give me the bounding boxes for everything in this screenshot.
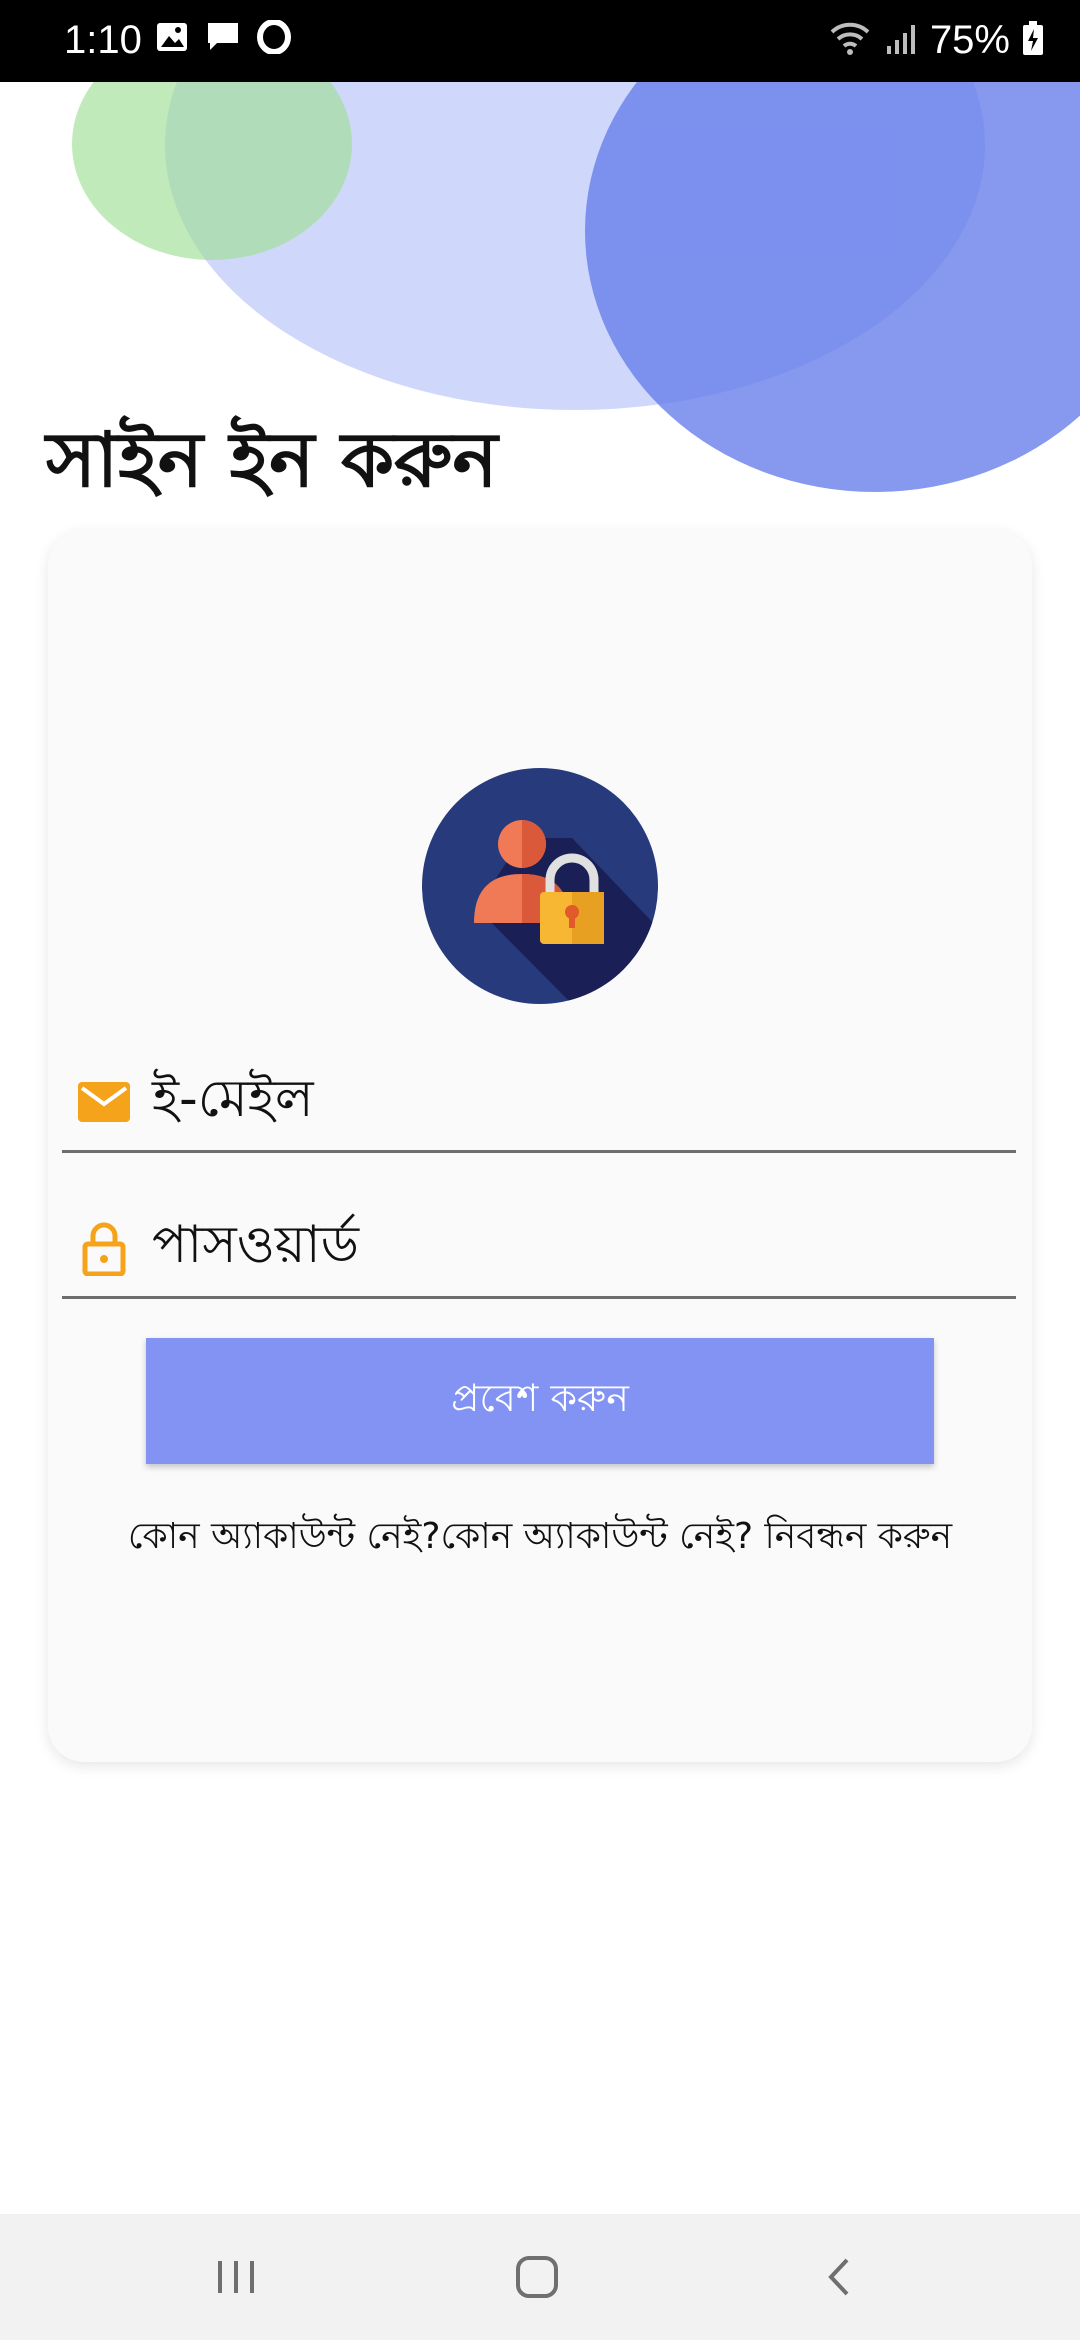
opera-icon xyxy=(257,19,291,58)
battery-icon xyxy=(1022,20,1044,60)
recent-apps-icon[interactable] xyxy=(196,2240,276,2314)
notification-icons xyxy=(155,19,291,58)
sign-in-screen: 1:10 75% সাইন ইন করুন ই-মেইল পাসওয়ার্ড … xyxy=(0,0,1080,2340)
login-button[interactable]: প্রবেশ করুন xyxy=(146,1338,934,1464)
home-icon[interactable] xyxy=(497,2240,577,2314)
navigation-bar xyxy=(0,2214,1080,2340)
signal-icon xyxy=(884,20,918,60)
page-title: সাইন ইন করুন xyxy=(46,415,498,504)
status-time: 1:10 xyxy=(64,18,142,62)
register-link[interactable]: কোন অ্যাকাউন্ট নেই?কোন অ্যাকাউন্ট নেই? ন… xyxy=(48,1510,1032,1564)
back-icon[interactable] xyxy=(800,2240,880,2314)
wifi-icon xyxy=(828,20,872,60)
gallery-icon xyxy=(155,20,189,58)
email-placeholder: ই-মেইল xyxy=(152,1069,314,1129)
lock-icon xyxy=(76,1220,132,1277)
password-placeholder: পাসওয়ার্ড xyxy=(152,1215,359,1275)
battery-percentage: 75% xyxy=(929,18,1010,62)
password-field[interactable]: পাসওয়ার্ড xyxy=(62,1196,1016,1299)
message-icon xyxy=(205,20,241,58)
sign-in-card: ই-মেইল পাসওয়ার্ড প্রবেশ করুন কোন অ্যাকা… xyxy=(48,530,1032,1762)
user-lock-icon xyxy=(422,768,658,1004)
status-bar: 1:10 75% xyxy=(0,0,1080,82)
mail-icon xyxy=(76,1074,132,1130)
email-field[interactable]: ই-মেইল xyxy=(62,1050,1016,1153)
status-right: 75% xyxy=(828,14,1044,66)
